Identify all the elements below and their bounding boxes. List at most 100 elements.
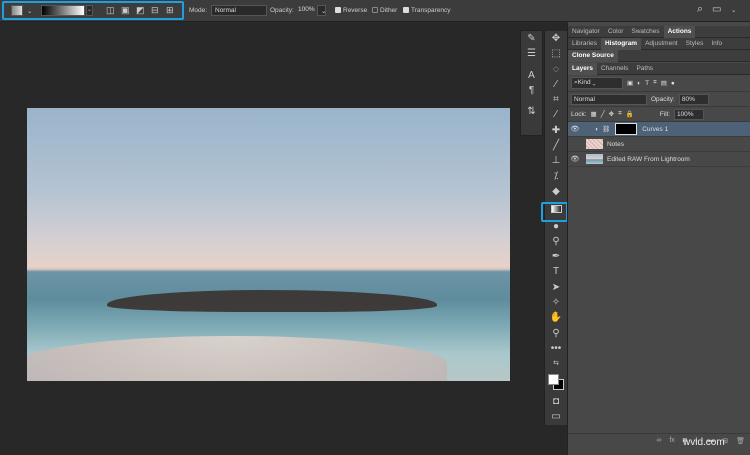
layer-thumbnail bbox=[586, 154, 603, 164]
lock-artboard-icon[interactable]: ⌗ bbox=[618, 110, 622, 118]
screen-mode-icon[interactable]: ▭ bbox=[545, 409, 567, 424]
opacity-label: Opacity: bbox=[651, 95, 675, 103]
clone-stamp-tool-icon[interactable]: ⊥ bbox=[545, 153, 567, 168]
move-tool-icon[interactable]: ✥ bbox=[545, 31, 567, 46]
document-canvas[interactable] bbox=[27, 108, 510, 381]
delete-layer-icon[interactable]: 🗑 bbox=[736, 437, 745, 445]
lock-position-icon[interactable]: ✥ bbox=[609, 110, 614, 118]
adjustments-icon[interactable]: ☰ bbox=[521, 46, 542, 61]
tab-color[interactable]: Color bbox=[604, 26, 628, 38]
hand-tool-icon[interactable]: ✋ bbox=[545, 310, 567, 325]
gradient-dropdown[interactable]: ⌄ bbox=[86, 5, 93, 16]
tab-info[interactable]: Info bbox=[707, 38, 726, 50]
shape-filter-icon[interactable]: ⌗ bbox=[653, 79, 657, 87]
tab-swatches[interactable]: Swatches bbox=[627, 26, 663, 38]
crop-tool-icon[interactable]: ⌗ bbox=[545, 92, 567, 107]
swap-colors-icon[interactable]: ⇆ bbox=[545, 356, 567, 371]
healing-brush-tool-icon[interactable]: ✚ bbox=[545, 123, 567, 138]
tab-adjustments[interactable]: Adjustment bbox=[641, 38, 682, 50]
layer-row[interactable]: 👁 ◑ ⛓ Curves 1 bbox=[568, 122, 750, 137]
quick-mask-icon[interactable]: ◘ bbox=[545, 394, 567, 409]
mode-select[interactable]: Normal bbox=[211, 5, 267, 16]
tab-actions[interactable]: Actions bbox=[663, 25, 696, 38]
dither-checkbox[interactable]: Dither bbox=[372, 7, 397, 14]
magic-wand-tool-icon[interactable]: ⁄ bbox=[545, 77, 567, 92]
paragraph-icon[interactable]: ¶ bbox=[521, 83, 542, 98]
link-icon[interactable]: ⛓ bbox=[602, 125, 610, 133]
layer-row[interactable]: Notes bbox=[568, 137, 750, 152]
linear-gradient-icon[interactable]: ◫ bbox=[106, 5, 115, 16]
search-icon[interactable]: ⌕ bbox=[697, 3, 703, 16]
type-filter-icon[interactable]: T bbox=[645, 80, 649, 87]
tab-styles[interactable]: Styles bbox=[682, 38, 708, 50]
brush-settings-icon[interactable]: ✎ bbox=[521, 31, 542, 46]
photo-beach bbox=[27, 336, 447, 381]
visibility-eye-icon[interactable]: 👁 bbox=[568, 125, 582, 133]
dodge-tool-icon[interactable]: ⚲ bbox=[545, 234, 567, 249]
tab-histogram[interactable]: Histogram bbox=[600, 37, 642, 50]
layer-mask-thumbnail[interactable] bbox=[615, 123, 638, 135]
color-swatches[interactable] bbox=[545, 372, 567, 394]
path-selection-tool-icon[interactable]: ➤ bbox=[545, 280, 567, 295]
eraser-tool-icon[interactable]: ◆ bbox=[545, 184, 567, 199]
layer-name: Curves 1 bbox=[642, 125, 669, 133]
reverse-label: Reverse bbox=[343, 7, 368, 14]
fill-label: Fill: bbox=[659, 110, 670, 118]
opacity-label: Opacity: bbox=[270, 7, 294, 14]
tab-libraries[interactable]: Libraries bbox=[568, 38, 601, 50]
lock-pixels-icon[interactable]: ╱ bbox=[601, 110, 605, 118]
layer-row[interactable]: 👁 Edited RAW From Lightroom bbox=[568, 152, 750, 167]
diamond-gradient-icon[interactable]: ⊞ bbox=[166, 5, 174, 16]
history-icon[interactable]: ⇅ bbox=[521, 104, 542, 119]
opacity-dropdown[interactable]: ⌄ bbox=[317, 5, 326, 16]
marquee-tool-icon[interactable]: ⬚ bbox=[545, 46, 567, 61]
type-tool-icon[interactable]: T bbox=[545, 264, 567, 279]
tab-channels[interactable]: Channels bbox=[597, 63, 632, 75]
character-icon[interactable]: A bbox=[521, 68, 542, 83]
brush-tool-icon[interactable]: ╱ bbox=[545, 138, 567, 153]
visibility-eye-icon[interactable]: 👁 bbox=[568, 155, 582, 163]
lock-transparent-icon[interactable]: ▦ bbox=[591, 110, 597, 118]
reflected-gradient-icon[interactable]: ⊟ bbox=[151, 5, 159, 16]
blend-mode-select[interactable]: Normal bbox=[571, 93, 647, 105]
angle-gradient-icon[interactable]: ◩ bbox=[136, 5, 145, 16]
zoom-tool-icon[interactable]: ⚲ bbox=[545, 326, 567, 341]
tab-navigator[interactable]: Navigator bbox=[568, 26, 604, 38]
link-layers-icon[interactable]: ∞ bbox=[656, 437, 661, 444]
tab-paths[interactable]: Paths bbox=[632, 63, 657, 75]
filter-toggle-icon[interactable]: ● bbox=[671, 80, 675, 87]
smart-object-filter-icon[interactable]: ▤ bbox=[661, 79, 667, 87]
tab-layers[interactable]: Layers bbox=[568, 62, 597, 75]
workspace-icon[interactable]: ▭ bbox=[712, 4, 721, 15]
eyedropper-tool-icon[interactable]: ⁄ bbox=[545, 107, 567, 122]
layer-style-icon[interactable]: fx bbox=[669, 437, 674, 444]
layer-opacity-input[interactable]: 80% bbox=[678, 93, 709, 105]
transparency-checkbox[interactable]: Transparency bbox=[403, 7, 451, 14]
reverse-checkbox[interactable]: Reverse bbox=[335, 7, 367, 14]
lock-all-icon[interactable]: 🔒 bbox=[626, 110, 634, 118]
lasso-tool-icon[interactable]: ◌ bbox=[545, 62, 567, 77]
chevron-down-icon[interactable]: ⌄ bbox=[27, 7, 32, 15]
tab-clone-source[interactable]: Clone Source bbox=[568, 49, 618, 62]
layer-name: Notes bbox=[607, 140, 624, 148]
fill-input[interactable]: 100% bbox=[673, 108, 704, 120]
watermark: wvid.com bbox=[683, 437, 725, 448]
foreground-color-swatch[interactable] bbox=[548, 373, 559, 385]
filter-kind-select[interactable]: ⌕Kind ⌄ bbox=[571, 77, 623, 89]
right-panels: Navigator Color Swatches Actions Libraries H… bbox=[567, 22, 750, 455]
gradient-picker[interactable] bbox=[41, 5, 85, 16]
adjustment-filter-icon[interactable]: ◐ bbox=[637, 80, 641, 87]
chevron-down-icon[interactable]: ⌄ bbox=[731, 6, 736, 14]
tool-preset-picker[interactable] bbox=[11, 5, 23, 16]
layer-thumbnail bbox=[586, 139, 603, 149]
more-tools-icon[interactable]: ••• bbox=[545, 341, 567, 356]
opacity-input[interactable]: 100% bbox=[295, 5, 315, 16]
pixel-filter-icon[interactable]: ▣ bbox=[627, 79, 633, 87]
layer-name: Edited RAW From Lightroom bbox=[607, 155, 690, 163]
radial-gradient-icon[interactable]: ▣ bbox=[121, 5, 130, 16]
transparency-label: Transparency bbox=[411, 7, 451, 14]
history-brush-tool-icon[interactable]: ⁒ bbox=[545, 169, 567, 184]
curves-adjustment-icon: ◑ bbox=[594, 125, 598, 133]
shape-tool-icon[interactable]: ✧ bbox=[545, 295, 567, 310]
pen-tool-icon[interactable]: ✒ bbox=[545, 249, 567, 264]
